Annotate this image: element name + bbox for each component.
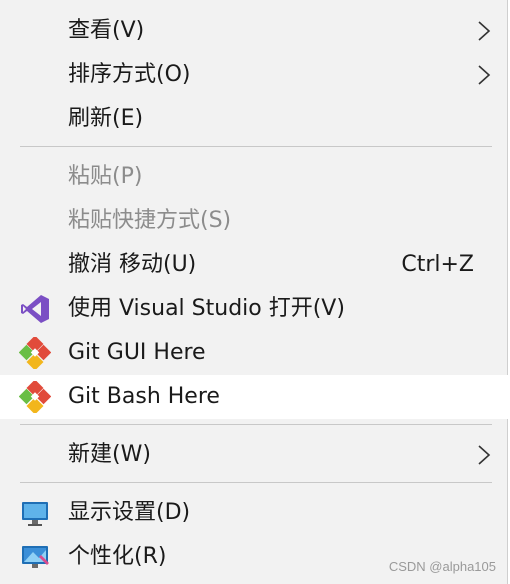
git-icon	[19, 337, 51, 369]
menu-item-label: 粘贴快捷方式(S)	[68, 208, 232, 233]
menu-item-label: 新建(W)	[68, 442, 151, 467]
git-icon	[19, 381, 51, 413]
menu-item-label: 个性化(R)	[68, 544, 167, 569]
menu-item-paste: 粘贴(P)	[0, 155, 508, 199]
menu-item-display-settings[interactable]: 显示设置(D)	[0, 491, 508, 535]
menu-item-label: Git Bash Here	[68, 384, 220, 409]
visual-studio-icon	[19, 293, 51, 325]
menu-separator	[20, 482, 492, 483]
chevron-right-icon	[478, 65, 491, 85]
menu-item-label: 排序方式(O)	[68, 62, 191, 87]
menu-item-undo-move[interactable]: 撤消 移动(U) Ctrl+Z	[0, 243, 508, 287]
watermark: CSDN @alpha105	[388, 559, 496, 574]
menu-item-git-bash-here[interactable]: Git Bash Here	[0, 375, 508, 419]
menu-item-label: Git GUI Here	[68, 340, 206, 365]
chevron-right-icon	[478, 445, 491, 465]
display-settings-icon	[19, 497, 51, 529]
menu-item-label: 使用 Visual Studio 打开(V)	[68, 296, 345, 321]
chevron-right-icon	[478, 21, 491, 41]
menu-item-git-gui-here[interactable]: Git GUI Here	[0, 331, 508, 375]
menu-item-label: 刷新(E)	[68, 106, 144, 131]
menu-item-label: 查看(V)	[68, 18, 145, 43]
menu-separator	[20, 146, 492, 147]
menu-item-sort-by[interactable]: 排序方式(O)	[0, 53, 508, 97]
menu-item-open-with-visual-studio[interactable]: 使用 Visual Studio 打开(V)	[0, 287, 508, 331]
menu-separator	[20, 424, 492, 425]
menu-item-label: 粘贴(P)	[68, 164, 143, 189]
menu-item-label: 显示设置(D)	[68, 500, 191, 525]
shortcut-label: Ctrl+Z	[401, 252, 474, 277]
desktop-context-menu: 查看(V) 排序方式(O) 刷新(E) 粘贴(P) 粘贴快捷方式(S) 撤消 移…	[0, 0, 508, 584]
menu-item-paste-shortcut: 粘贴快捷方式(S)	[0, 199, 508, 243]
menu-item-label: 撤消 移动(U)	[68, 252, 197, 277]
menu-item-refresh[interactable]: 刷新(E)	[0, 97, 508, 141]
personalize-icon	[19, 541, 51, 573]
menu-item-new[interactable]: 新建(W)	[0, 433, 508, 477]
menu-item-view[interactable]: 查看(V)	[0, 9, 508, 53]
